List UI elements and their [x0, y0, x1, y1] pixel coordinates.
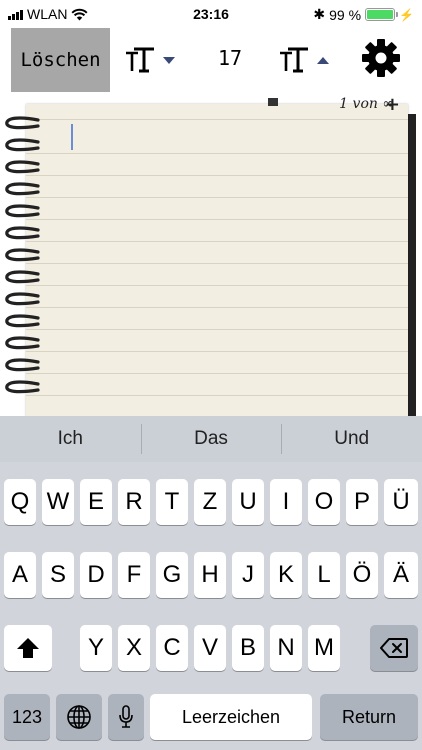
key-b[interactable]: B: [232, 625, 264, 671]
gear-icon: [362, 39, 400, 77]
charging-icon: ⚡: [399, 7, 414, 22]
dictation-key[interactable]: [108, 694, 144, 740]
suggestion-item[interactable]: Und: [281, 416, 422, 462]
arrow-up-icon: [317, 57, 329, 64]
key-g[interactable]: G: [156, 552, 188, 598]
next-page-button[interactable]: +: [385, 94, 400, 115]
keyboard: Ich Das Und Q W E R T Z U I O P Ü A S D …: [0, 416, 422, 750]
key-r[interactable]: R: [118, 479, 150, 525]
key-a[interactable]: A: [4, 552, 36, 598]
suggestion-item[interactable]: Das: [140, 416, 282, 462]
numbers-key[interactable]: 123: [4, 694, 50, 740]
spiral-binding: [5, 116, 40, 394]
backspace-icon: [380, 638, 408, 658]
battery-icon: [365, 8, 399, 21]
key-v[interactable]: V: [194, 625, 226, 671]
key-l[interactable]: L: [308, 552, 340, 598]
decrease-font-button[interactable]: [124, 42, 176, 78]
notebook-area: 1 von ∞ +: [0, 94, 422, 416]
key-o[interactable]: O: [308, 479, 340, 525]
return-key[interactable]: Return: [320, 694, 418, 740]
backspace-key[interactable]: [370, 625, 418, 671]
key-y[interactable]: Y: [80, 625, 112, 671]
key-s[interactable]: S: [42, 552, 74, 598]
previous-page-button[interactable]: [268, 98, 278, 106]
key-p[interactable]: P: [346, 479, 378, 525]
increase-font-button[interactable]: [278, 42, 330, 78]
key-ue[interactable]: Ü: [384, 479, 418, 525]
arrow-down-icon: [163, 57, 175, 64]
status-bar: WLAN 23:16 ✱ 99 % ⚡: [0, 0, 422, 28]
text-size-icon: [280, 47, 308, 73]
key-m[interactable]: M: [308, 625, 340, 671]
key-w[interactable]: W: [42, 479, 74, 525]
key-e[interactable]: E: [80, 479, 112, 525]
key-f[interactable]: F: [118, 552, 150, 598]
key-j[interactable]: J: [232, 552, 264, 598]
key-n[interactable]: N: [270, 625, 302, 671]
space-key[interactable]: Leerzeichen: [150, 694, 312, 740]
key-d[interactable]: D: [80, 552, 112, 598]
globe-key[interactable]: [56, 694, 102, 740]
bluetooth-icon: ✱: [313, 6, 326, 22]
shift-icon: [17, 638, 39, 658]
status-right: ✱ 99 % ⚡: [313, 6, 414, 23]
key-k[interactable]: K: [270, 552, 302, 598]
suggestion-item[interactable]: Ich: [0, 416, 141, 462]
key-c[interactable]: C: [156, 625, 188, 671]
text-cursor: [71, 124, 73, 150]
key-q[interactable]: Q: [4, 479, 36, 525]
shift-key[interactable]: [4, 625, 52, 671]
key-t[interactable]: T: [156, 479, 188, 525]
battery-percent: 99 %: [329, 6, 362, 23]
toolbar: Löschen 17: [0, 28, 422, 94]
key-x[interactable]: X: [118, 625, 150, 671]
key-ae[interactable]: Ä: [384, 552, 418, 598]
text-size-icon: [126, 47, 154, 73]
key-oe[interactable]: Ö: [346, 552, 378, 598]
microphone-icon: [119, 705, 133, 728]
notebook-paper[interactable]: [26, 104, 408, 416]
font-size-value: 17: [217, 46, 243, 70]
key-h[interactable]: H: [194, 552, 226, 598]
globe-icon: [67, 705, 91, 729]
key-z[interactable]: Z: [194, 479, 226, 525]
key-u[interactable]: U: [232, 479, 264, 525]
key-i[interactable]: I: [270, 479, 302, 525]
suggestion-bar: Ich Das Und: [0, 416, 422, 462]
settings-button[interactable]: [360, 39, 402, 77]
clear-button[interactable]: Löschen: [11, 28, 110, 92]
